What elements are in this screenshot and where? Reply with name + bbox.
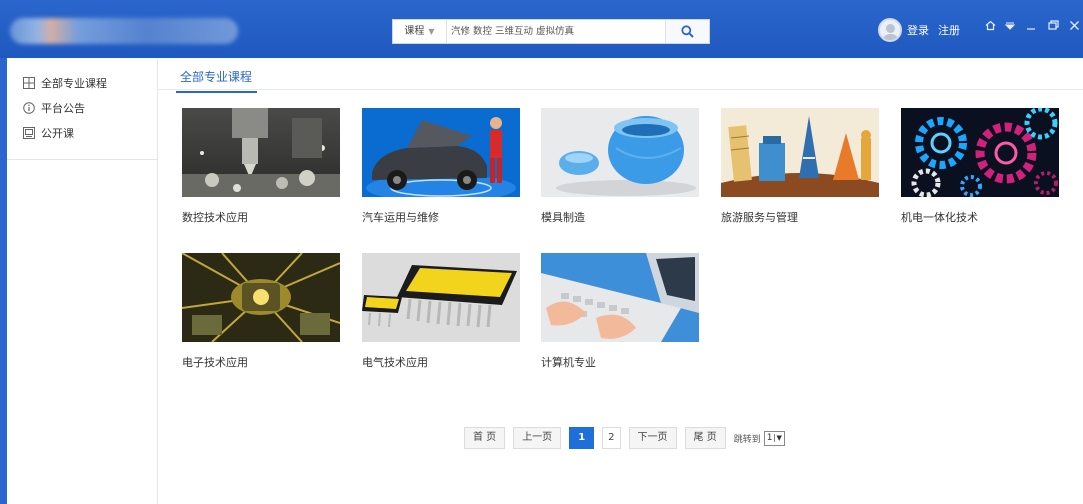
tab-bar: 全部专业课程 bbox=[176, 68, 258, 93]
search-category-select[interactable]: 课程 ▼ bbox=[393, 20, 447, 43]
jump-to-label: 跳转到 bbox=[733, 434, 761, 445]
course-card[interactable]: 电气技术应用 bbox=[362, 253, 520, 370]
course-thumbnail-mold bbox=[541, 108, 699, 197]
search-icon bbox=[681, 25, 694, 38]
left-frame-border bbox=[0, 58, 7, 504]
search-category-label: 课程 bbox=[404, 26, 425, 37]
first-page-button[interactable]: 首 页 bbox=[464, 427, 506, 449]
dropdown-icon[interactable] bbox=[1003, 20, 1017, 34]
sidebar-item-label: 全部专业课程 bbox=[41, 76, 107, 90]
course-card[interactable]: 电子技术应用 bbox=[182, 253, 340, 370]
page-2-button[interactable]: 2 bbox=[602, 427, 621, 449]
top-bar: 课程▼ 登录 注册 bbox=[0, 0, 1083, 58]
course-card[interactable]: 数控技术应用 bbox=[182, 108, 340, 225]
course-card[interactable]: 模具制造 bbox=[541, 108, 699, 225]
page-1-button[interactable]: 1 bbox=[569, 427, 595, 449]
next-page-button[interactable]: 下一页 bbox=[628, 427, 677, 449]
sidebar-item-label: 公开课 bbox=[41, 126, 74, 140]
course-title: 旅游服务与管理 bbox=[721, 211, 798, 224]
course-thumbnail-cnc bbox=[182, 108, 340, 197]
home-icon[interactable] bbox=[983, 20, 997, 34]
course-title: 数控技术应用 bbox=[182, 211, 248, 224]
course-thumbnail-computer bbox=[541, 253, 699, 342]
pagination: 首 页 上一页 1 2 下一页 尾 页 跳转到 1 ▼ bbox=[464, 427, 785, 449]
course-title: 电气技术应用 bbox=[362, 356, 428, 369]
sidebar-item-label: 平台公告 bbox=[41, 101, 85, 115]
chevron-down-icon: ▼ bbox=[428, 27, 435, 36]
avatar-head bbox=[886, 24, 895, 33]
course-card[interactable]: 汽车运用与维修 bbox=[362, 108, 520, 225]
course-title: 模具制造 bbox=[541, 211, 585, 224]
course-thumbnail-electronics bbox=[182, 253, 340, 342]
restore-icon[interactable] bbox=[1046, 20, 1060, 34]
video-icon bbox=[23, 126, 35, 139]
info-icon bbox=[23, 101, 35, 114]
sidebar-menu: 全部专业课程 平台公告 公开课 bbox=[7, 58, 157, 160]
avatar-body bbox=[882, 34, 899, 40]
sidebar-item-open-courses[interactable]: 公开课 bbox=[7, 120, 157, 145]
course-title: 机电一体化技术 bbox=[901, 211, 978, 224]
sidebar: 全部专业课程 平台公告 公开课 bbox=[7, 58, 158, 504]
close-icon[interactable] bbox=[1067, 20, 1081, 34]
search-input[interactable] bbox=[451, 22, 661, 41]
avatar[interactable] bbox=[878, 18, 902, 42]
minimize-icon[interactable] bbox=[1024, 20, 1038, 34]
course-card[interactable]: 计算机专业 bbox=[541, 253, 699, 370]
course-title: 汽车运用与维修 bbox=[362, 211, 439, 224]
course-title: 电子技术应用 bbox=[182, 356, 248, 369]
chevron-down-icon: ▼ bbox=[774, 434, 782, 442]
jump-page-select[interactable]: 1 ▼ bbox=[763, 430, 785, 446]
register-link[interactable]: 注册 bbox=[938, 22, 960, 38]
course-thumbnail-mechatronics bbox=[901, 108, 1059, 197]
course-thumbnail-tourism bbox=[721, 108, 879, 197]
course-card[interactable]: 旅游服务与管理 bbox=[721, 108, 879, 225]
course-card[interactable]: 机电一体化技术 bbox=[901, 108, 1059, 225]
jump-page-value: 1 bbox=[766, 433, 773, 443]
tab-divider bbox=[158, 89, 1083, 90]
search-button[interactable] bbox=[665, 20, 709, 43]
course-thumbnail-auto bbox=[362, 108, 520, 197]
grid-icon bbox=[23, 76, 35, 89]
prev-page-button[interactable]: 上一页 bbox=[513, 427, 562, 449]
last-page-button[interactable]: 尾 页 bbox=[684, 427, 726, 449]
sidebar-item-all-courses[interactable]: 全部专业课程 bbox=[7, 70, 157, 95]
course-thumbnail-electrical bbox=[362, 253, 520, 342]
sidebar-item-announcements[interactable]: 平台公告 bbox=[7, 95, 157, 120]
site-logo[interactable] bbox=[10, 18, 238, 44]
tab-all-courses[interactable]: 全部专业课程 bbox=[176, 68, 258, 93]
course-title: 计算机专业 bbox=[541, 356, 596, 369]
search-bar: 课程 ▼ bbox=[392, 19, 710, 44]
login-link[interactable]: 登录 bbox=[907, 22, 929, 38]
